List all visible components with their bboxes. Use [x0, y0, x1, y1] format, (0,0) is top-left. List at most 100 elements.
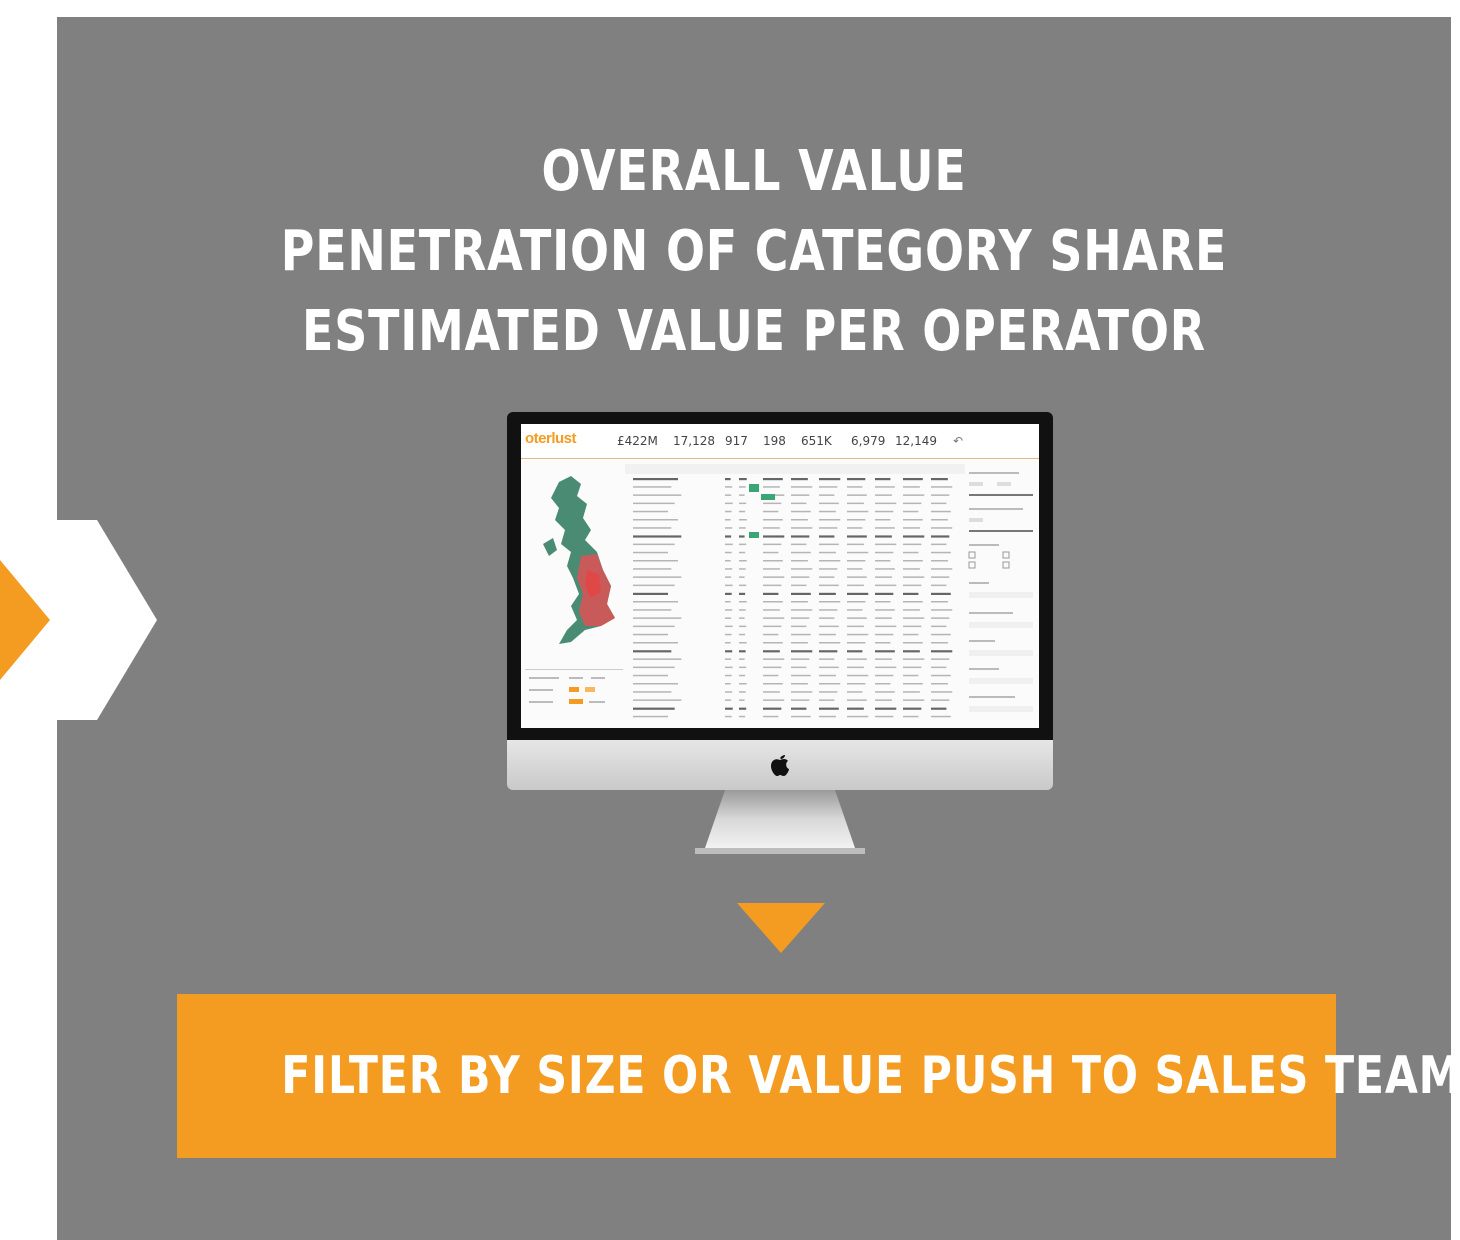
- table-cell: [931, 502, 947, 505]
- table-cell: [847, 478, 866, 481]
- table-cell: [847, 609, 863, 611]
- table-cell: [791, 478, 808, 481]
- table-cell: [931, 658, 950, 660]
- table-cell: [633, 666, 675, 669]
- table-cell: [847, 551, 869, 554]
- table-cell: [931, 650, 953, 653]
- table-cell: [725, 584, 733, 587]
- table-cell: [847, 486, 863, 488]
- table-cell: [633, 609, 672, 611]
- table-cell: [931, 609, 953, 611]
- dashboard-screen: oterlust £422M 17,128 917 198 651K 6,979…: [521, 424, 1039, 728]
- table-cell: [903, 625, 922, 628]
- table-cell: [819, 633, 836, 636]
- table-cell: [847, 543, 864, 546]
- table-cell: [725, 551, 732, 554]
- table-cell: [847, 527, 863, 529]
- table-cell: [847, 519, 866, 521]
- table-cell: [763, 527, 780, 529]
- table-cell: [763, 699, 785, 701]
- table-cell: [847, 699, 867, 701]
- table-cell: [791, 666, 807, 669]
- table-cell: [931, 519, 948, 521]
- table-cell: [903, 601, 923, 603]
- table-cell: [791, 617, 810, 619]
- kpi-value: £422M: [617, 434, 658, 448]
- table-cell: [739, 478, 747, 481]
- table-cell: [931, 494, 950, 496]
- table-cell: [739, 601, 747, 603]
- table-cell: [725, 502, 733, 505]
- headline: OVERALL VALUE PENETRATION OF CATEGORY SH…: [182, 132, 1325, 372]
- dashboard-brand: oterlust: [525, 430, 577, 447]
- table-cell: [847, 535, 867, 538]
- table-cell: [791, 658, 810, 660]
- table-cell: [725, 642, 731, 644]
- table-cell: [739, 494, 745, 496]
- table-cell: [819, 510, 836, 513]
- table-cell: [633, 584, 675, 587]
- table-cell: [763, 666, 782, 669]
- table-cell: [819, 715, 836, 718]
- table-cell: [847, 633, 869, 636]
- table-cell: [739, 568, 746, 570]
- table-cell: [633, 519, 678, 521]
- table-cell: [847, 601, 866, 603]
- table-cell: [931, 666, 947, 669]
- table-cell: [819, 592, 836, 595]
- table-cell: [931, 535, 950, 538]
- table-cell: [791, 650, 813, 653]
- table-cell: [633, 494, 682, 496]
- table-cell: [931, 592, 951, 595]
- table-cell: [819, 674, 836, 677]
- table-cell: [763, 691, 780, 693]
- operator-table: [625, 464, 965, 718]
- table-cell: [791, 543, 807, 546]
- table-cell: [875, 609, 895, 611]
- table-cell: [847, 658, 867, 660]
- table-cell: [819, 683, 841, 685]
- table-cell: [875, 715, 894, 718]
- table-cell: [819, 502, 839, 505]
- table-cell: [791, 576, 810, 578]
- table-cell: [633, 510, 668, 513]
- table-cell: [819, 691, 838, 693]
- table-cell: [875, 691, 895, 693]
- table-cell: [875, 601, 891, 603]
- table-cell: [875, 502, 897, 505]
- table-cell: [725, 568, 733, 570]
- table-cell: [791, 691, 813, 693]
- table-cell: [903, 650, 920, 653]
- table-cell: [791, 494, 810, 496]
- table-cell: [633, 568, 672, 570]
- table-cell: [903, 715, 919, 718]
- table-cell: [633, 625, 675, 628]
- table-cell: [739, 625, 747, 628]
- table-cell: [763, 568, 780, 570]
- table-cell: [847, 625, 864, 628]
- table-cell: [819, 478, 841, 481]
- table-cell: [875, 543, 897, 546]
- table-cell: [763, 617, 785, 619]
- table-cell: [931, 478, 948, 481]
- table-cell: [725, 625, 733, 628]
- table-cell: [725, 601, 731, 603]
- table-cell: [903, 519, 923, 521]
- table-cell: [763, 683, 783, 685]
- table-cell: [903, 568, 920, 570]
- table-cell: [791, 707, 807, 710]
- table-cell: [819, 666, 839, 669]
- table-cell: [931, 674, 951, 677]
- table-cell: [725, 519, 731, 521]
- table-cell: [819, 625, 839, 628]
- table-cell: [903, 535, 925, 538]
- table-cell: [739, 609, 746, 611]
- table-cell: [931, 510, 951, 513]
- apple-logo-icon: [771, 755, 789, 776]
- table-cell: [875, 510, 894, 513]
- table-cell: [633, 683, 678, 685]
- table-cell: [931, 642, 948, 644]
- table-cell: [847, 494, 867, 496]
- table-cell: [847, 576, 867, 578]
- table-cell: [763, 502, 782, 505]
